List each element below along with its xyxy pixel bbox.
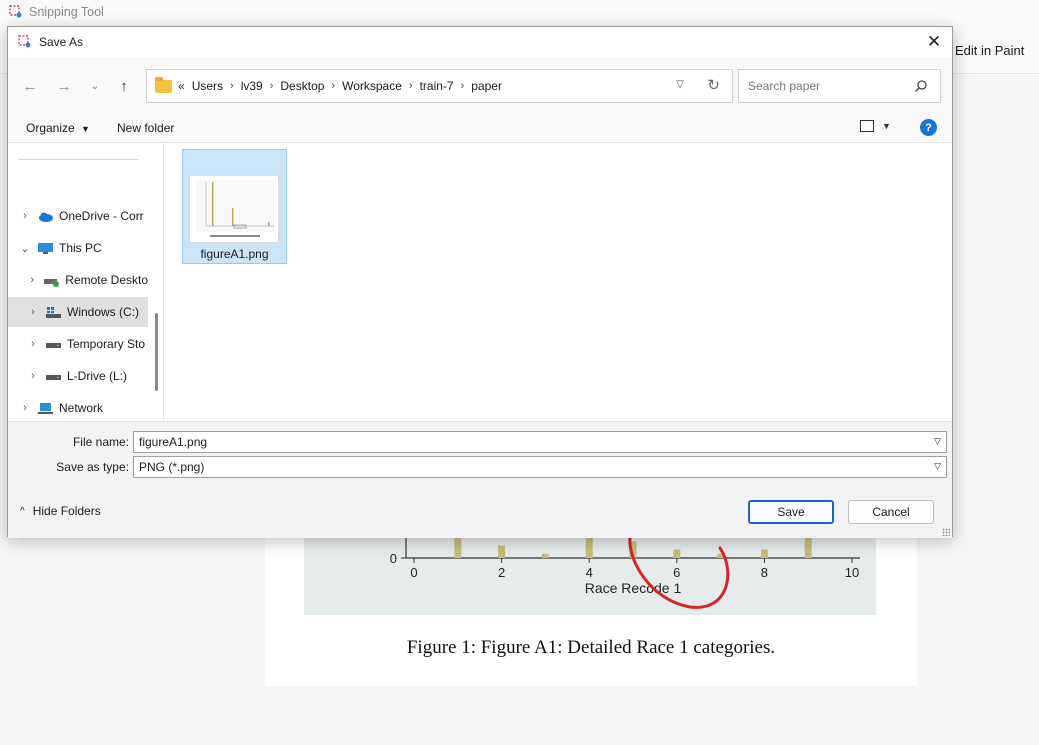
breadcrumb-item[interactable]: train-7 [420, 79, 454, 93]
cancel-button[interactable]: Cancel [848, 500, 934, 524]
sidebar-item[interactable]: › Temporary Sto [8, 329, 148, 359]
drive-icon [40, 370, 67, 383]
search-placeholder: Search paper [748, 79, 821, 93]
chevron-down-icon[interactable]: ▼ [882, 121, 891, 131]
save-as-type-label: Save as type: [56, 460, 129, 474]
breadcrumb-item[interactable]: Users [192, 79, 223, 93]
arrow-up-icon[interactable]: ↑ [113, 75, 135, 97]
file-name-field[interactable]: figureA1.png ▽ [133, 431, 947, 453]
breadcrumb-item[interactable]: Desktop [280, 79, 324, 93]
chevron-right-icon[interactable]: › [26, 370, 40, 382]
chevron-right-icon[interactable]: › [18, 402, 32, 414]
sidebar-item[interactable]: › L-Drive (L:) [8, 361, 148, 391]
file-item[interactable]: figureA1.png [182, 149, 287, 264]
snipping-tool-titlebar: Snipping Tool [0, 0, 1039, 24]
search-input[interactable]: Search paper [738, 69, 941, 103]
organize-label: Organize [26, 121, 75, 135]
dialog-title: Save As [39, 35, 84, 49]
arrow-right-icon[interactable]: → [53, 75, 75, 97]
chevron-down-icon[interactable]: ▽ [934, 461, 941, 472]
chevron-down-icon[interactable]: ⌄ [18, 242, 32, 255]
dialog-titlebar: Save As ✕ [8, 27, 952, 57]
resize-grip[interactable] [942, 528, 950, 536]
breadcrumb-separator[interactable]: › [461, 80, 465, 92]
sidebar-item-label: Network [59, 401, 104, 415]
figure-caption: Figure 1: Figure A1: Detailed Race 1 cat… [406, 637, 776, 658]
sidebar-item-label: L-Drive (L:) [67, 369, 128, 383]
breadcrumb-item[interactable]: paper [471, 79, 502, 93]
file-list: figureA1.png [164, 143, 952, 421]
breadcrumb-overflow[interactable]: « [178, 79, 185, 93]
thumbnail-image [196, 180, 274, 237]
chevron-right-icon[interactable]: › [26, 274, 38, 286]
sidebar-item-label: This PC [59, 241, 102, 255]
command-bar: Organize ▼ New folder ▼ ? [8, 113, 952, 143]
monitor-icon [32, 242, 59, 255]
sidebar-item-label: Temporary Sto [67, 337, 146, 351]
chevron-right-icon[interactable]: › [18, 210, 32, 222]
sidebar-item[interactable]: › OneDrive - Corr [8, 201, 148, 231]
breadcrumb-item[interactable]: Workspace [342, 79, 402, 93]
save-as-type-select[interactable]: PNG (*.png) ▽ [133, 456, 947, 478]
sidebar-item[interactable]: › Remote Deskto [8, 265, 148, 295]
chevron-down-icon[interactable]: ▽ [676, 79, 684, 90]
navigation-row: ← → ⌄ ↑ « Users › lv39 › Desktop › Workspace › t… [8, 57, 952, 113]
snipping-tool-icon [18, 35, 31, 48]
edit-in-paint-button[interactable]: Edit in Paint [955, 43, 1024, 58]
breadcrumb-separator[interactable]: › [409, 80, 413, 92]
breadcrumb-separator[interactable]: › [270, 80, 274, 92]
breadcrumb: « Users › lv39 › Desktop › Workspace › train-7 › p… [178, 79, 502, 93]
file-name-value: figureA1.png [139, 435, 208, 449]
snipping-tool-icon [9, 5, 22, 18]
cloud-icon [32, 210, 59, 223]
hide-folders-button[interactable]: ^ Hide Folders [20, 504, 101, 518]
chevron-down-icon[interactable]: ⌄ [84, 75, 106, 97]
new-folder-button[interactable]: New folder [117, 121, 174, 135]
chevron-down-icon[interactable]: ▽ [934, 436, 941, 447]
sidebar-item[interactable]: ⌄ This PC [8, 233, 148, 263]
windows-drive-icon [40, 306, 67, 319]
navigation-pane: › OneDrive - Corr ⌄ This PC › Remote Deskto › W… [8, 143, 164, 421]
chevron-up-icon: ^ [20, 505, 25, 517]
refresh-icon[interactable]: ↻ [707, 76, 720, 94]
sidebar-item[interactable]: › Windows (C:) [8, 297, 148, 327]
breadcrumb-item[interactable]: lv39 [241, 79, 263, 93]
close-icon[interactable]: ✕ [922, 30, 946, 54]
drive-icon [40, 338, 67, 351]
chart-plot-area [304, 536, 876, 615]
file-thumbnail [189, 175, 279, 243]
divider [18, 159, 138, 160]
hide-folders-label: Hide Folders [32, 504, 101, 518]
snipping-tool-title: Snipping Tool [29, 5, 104, 19]
save-options: File name: figureA1.png ▽ Save as type: … [8, 421, 952, 538]
file-name-label: File name: [72, 435, 129, 449]
sidebar-item-label: Windows (C:) [67, 305, 140, 319]
remote-drive-icon [38, 274, 65, 287]
save-as-dialog: Save As ✕ ← → ⌄ ↑ « Users › lv39 › Desktop › W… [7, 26, 953, 538]
save-as-type-value: PNG (*.png) [139, 460, 205, 474]
breadcrumb-separator[interactable]: › [331, 80, 335, 92]
folder-icon [155, 76, 172, 93]
file-name-label: figureA1.png [200, 247, 269, 261]
organize-button[interactable]: Organize ▼ [26, 121, 90, 135]
chevron-right-icon[interactable]: › [26, 338, 40, 350]
breadcrumb-separator[interactable]: › [230, 80, 234, 92]
view-icon[interactable] [860, 120, 874, 132]
search-icon [915, 80, 927, 92]
chevron-down-icon: ▼ [81, 124, 90, 134]
network-icon [32, 402, 59, 415]
help-icon[interactable]: ? [920, 119, 937, 136]
address-bar[interactable]: « Users › lv39 › Desktop › Workspace › train-7 › p… [146, 69, 733, 103]
scrollbar[interactable] [155, 313, 158, 391]
sidebar-item-label: OneDrive - Corr [59, 209, 144, 223]
sidebar-item-label: Remote Deskto [65, 273, 148, 287]
chevron-right-icon[interactable]: › [26, 306, 40, 318]
save-button[interactable]: Save [748, 500, 834, 524]
arrow-left-icon[interactable]: ← [19, 75, 41, 97]
sidebar-item[interactable]: › Network [8, 393, 148, 423]
